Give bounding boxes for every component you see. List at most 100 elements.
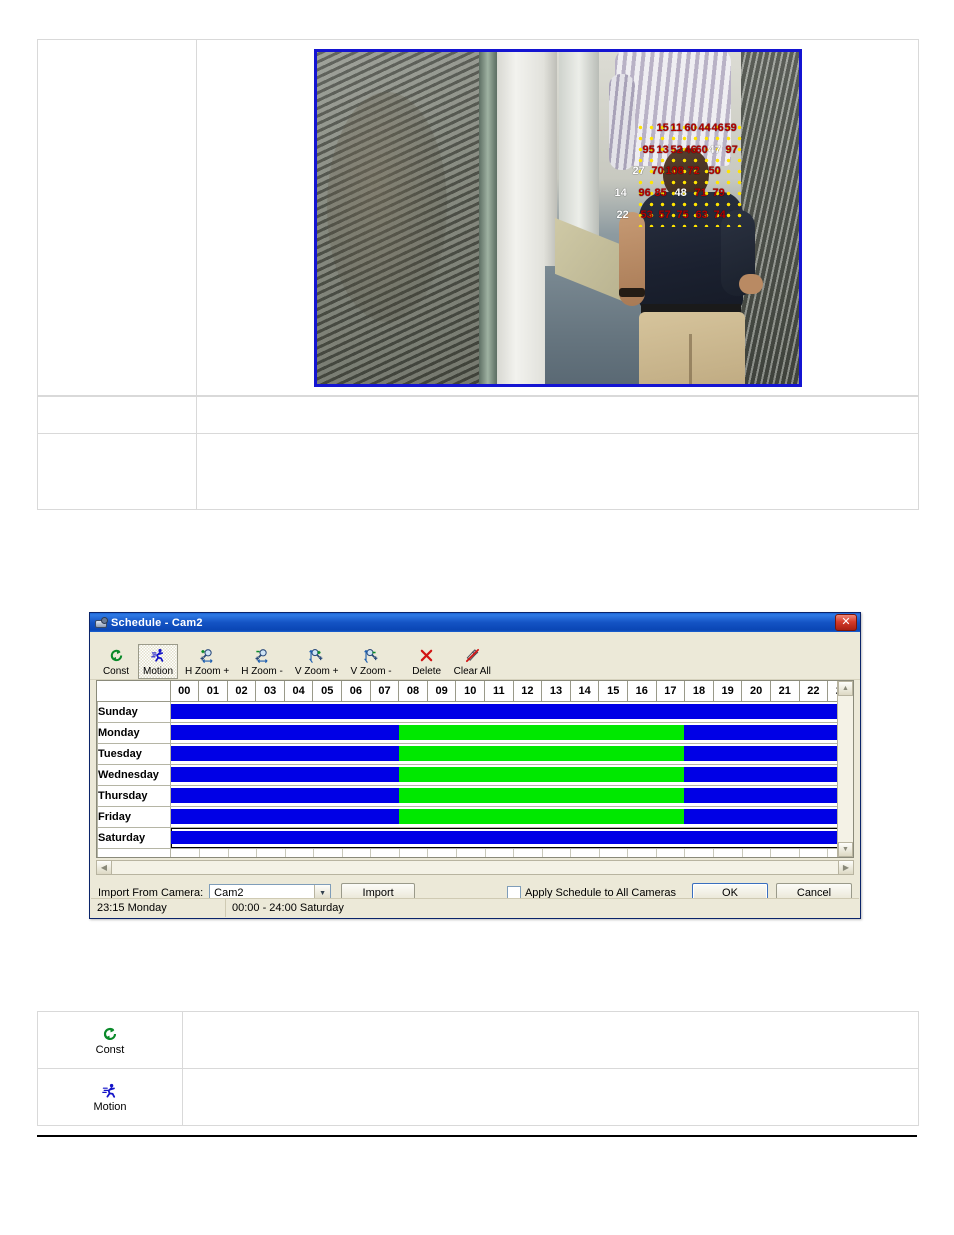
- toolbar-button-vzoom-out[interactable]: V Zoom -: [346, 644, 397, 679]
- mid-content-table: [37, 396, 919, 510]
- schedule-row-wednesday[interactable]: Wednesday: [97, 764, 837, 786]
- horizontal-zoom-out-icon: [254, 647, 271, 664]
- schedule-row-saturday[interactable]: Saturday: [97, 827, 837, 849]
- toolbar-button-delete[interactable]: Delete: [407, 644, 447, 679]
- schedule-track[interactable]: [170, 806, 837, 828]
- schedule-grid[interactable]: 00 01 02 03 04 05 06 07 08 09 10 11 12 13 14 15 16 17 18 19…: [96, 680, 854, 858]
- hour-header-19: 19: [712, 681, 743, 702]
- schedule-block-const[interactable]: [170, 746, 399, 761]
- motion-value: 72: [687, 164, 700, 177]
- schedule-track[interactable]: [170, 701, 837, 723]
- schedule-block-const[interactable]: [684, 725, 837, 740]
- grid-tick-row: [97, 848, 837, 857]
- schedule-row-monday[interactable]: Monday: [97, 722, 837, 744]
- dialog-title: Schedule - Cam2: [111, 616, 203, 629]
- toolbar-button-vzoom-in[interactable]: V Zoom +: [290, 644, 344, 679]
- hour-header-02: 02: [226, 681, 257, 702]
- toolbar-button-clear-all[interactable]: Clear All: [449, 644, 496, 679]
- schedule-row-friday[interactable]: Friday: [97, 806, 837, 828]
- day-label: Wednesday: [97, 764, 171, 786]
- toolbar-label: Const: [102, 666, 130, 677]
- hour-header-14: 14: [569, 681, 600, 702]
- dialog-titlebar[interactable]: Schedule - Cam2 ✕: [90, 613, 860, 632]
- motion-value: 15: [656, 121, 669, 134]
- motion-value: 11: [670, 121, 683, 134]
- schedule-block-motion[interactable]: [398, 725, 685, 740]
- toolbar-button-motion[interactable]: Motion: [138, 644, 179, 679]
- motion-value: 48: [674, 186, 687, 199]
- scroll-down-icon[interactable]: ▼: [838, 842, 853, 857]
- scroll-right-icon[interactable]: ▶: [838, 861, 853, 874]
- motion-value: 22: [616, 208, 629, 221]
- hour-header-05: 05: [312, 681, 343, 702]
- schedule-block-const[interactable]: [684, 788, 837, 803]
- schedule-block-motion[interactable]: [398, 809, 685, 824]
- legend-icon-cell-motion: Motion: [37, 1068, 183, 1126]
- schedule-track[interactable]: [170, 764, 837, 786]
- vertical-zoom-in-icon: [308, 647, 325, 664]
- schedule-block-motion[interactable]: [398, 767, 685, 782]
- hour-header-18: 18: [684, 681, 714, 702]
- schedule-block-const[interactable]: [170, 809, 399, 824]
- schedule-block-const[interactable]: [684, 809, 837, 824]
- dialog-body: Const Motion H Zoom + H Zoom - V Zoom + …: [90, 632, 860, 918]
- scroll-left-icon[interactable]: ◀: [97, 861, 112, 874]
- motion-detection-overlay: 15 11 60 44 46 59 95 13 52 46 60 47 97 27 70 108 72 50 14 9…: [615, 119, 743, 227]
- schedule-rows: Sunday Monday Tuesday Wednesday Thursday Frid…: [97, 701, 837, 857]
- hour-header-04: 04: [283, 681, 314, 702]
- schedule-block-const[interactable]: [170, 831, 837, 844]
- schedule-block-motion[interactable]: [398, 746, 685, 761]
- person-hand-right: [738, 273, 763, 294]
- schedule-block-const[interactable]: [684, 767, 837, 782]
- status-current-time: 23:15 Monday: [91, 899, 226, 917]
- hour-header-07: 07: [369, 681, 400, 702]
- table-cell-body: [196, 433, 919, 510]
- schedule-track[interactable]: [170, 722, 837, 744]
- scroll-up-icon[interactable]: ▲: [838, 681, 853, 696]
- toolbar-label: H Zoom +: [185, 666, 230, 677]
- hour-header-09: 09: [426, 681, 457, 702]
- schedule-track[interactable]: [170, 743, 837, 765]
- motion-value: 57: [658, 208, 671, 221]
- hour-header-06: 06: [341, 681, 371, 702]
- application-icon: [94, 616, 108, 629]
- schedule-row-tuesday[interactable]: Tuesday: [97, 743, 837, 765]
- refresh-cycle-icon: [109, 647, 124, 664]
- schedule-row-thursday[interactable]: Thursday: [97, 785, 837, 807]
- motion-value: 27: [632, 164, 645, 177]
- hour-header-11: 11: [484, 681, 514, 702]
- day-label: Thursday: [97, 785, 171, 807]
- schedule-block-motion[interactable]: [398, 788, 685, 803]
- schedule-track[interactable]: [170, 827, 837, 849]
- refresh-cycle-icon: [102, 1025, 118, 1043]
- schedule-block-const[interactable]: [170, 725, 399, 740]
- horizontal-scrollbar[interactable]: ◀ ▶: [96, 860, 854, 875]
- schedule-block-const[interactable]: [170, 788, 399, 803]
- close-icon[interactable]: ✕: [835, 614, 857, 631]
- table-cell-label: [37, 433, 197, 510]
- schedule-track[interactable]: [170, 785, 837, 807]
- motion-value: 14: [614, 186, 627, 199]
- document-page: 15 11 60 44 46 59 95 13 52 46 60 47 97 27 70 108 72 50 14 9…: [0, 0, 954, 1235]
- vertical-scrollbar[interactable]: ▲ ▼: [837, 681, 853, 857]
- schedule-table: 00 01 02 03 04 05 06 07 08 09 10 11 12 13 14 15 16 17 18 19…: [97, 681, 837, 857]
- day-label: Friday: [97, 806, 171, 828]
- tick-corner: [97, 848, 171, 857]
- table-cell-body: [196, 396, 919, 434]
- running-person-icon: [150, 647, 166, 664]
- motion-value: 75: [676, 208, 689, 221]
- vertical-scroll-track[interactable]: [838, 696, 853, 842]
- table-row: [37, 396, 919, 434]
- toolbar-button-const[interactable]: Const: [96, 644, 136, 679]
- schedule-block-const[interactable]: [170, 704, 837, 719]
- schedule-row-sunday[interactable]: Sunday: [97, 701, 837, 723]
- hour-header-08: 08: [398, 681, 428, 702]
- toolbar-label: V Zoom -: [350, 666, 392, 677]
- schedule-block-const[interactable]: [684, 746, 837, 761]
- schedule-block-const[interactable]: [170, 767, 399, 782]
- legend-description-cell: [182, 1011, 919, 1069]
- hour-header-01: 01: [198, 681, 228, 702]
- toolbar-button-hzoom-out[interactable]: H Zoom -: [236, 644, 288, 679]
- hour-header-13: 13: [541, 681, 571, 702]
- toolbar-button-hzoom-in[interactable]: H Zoom +: [180, 644, 234, 679]
